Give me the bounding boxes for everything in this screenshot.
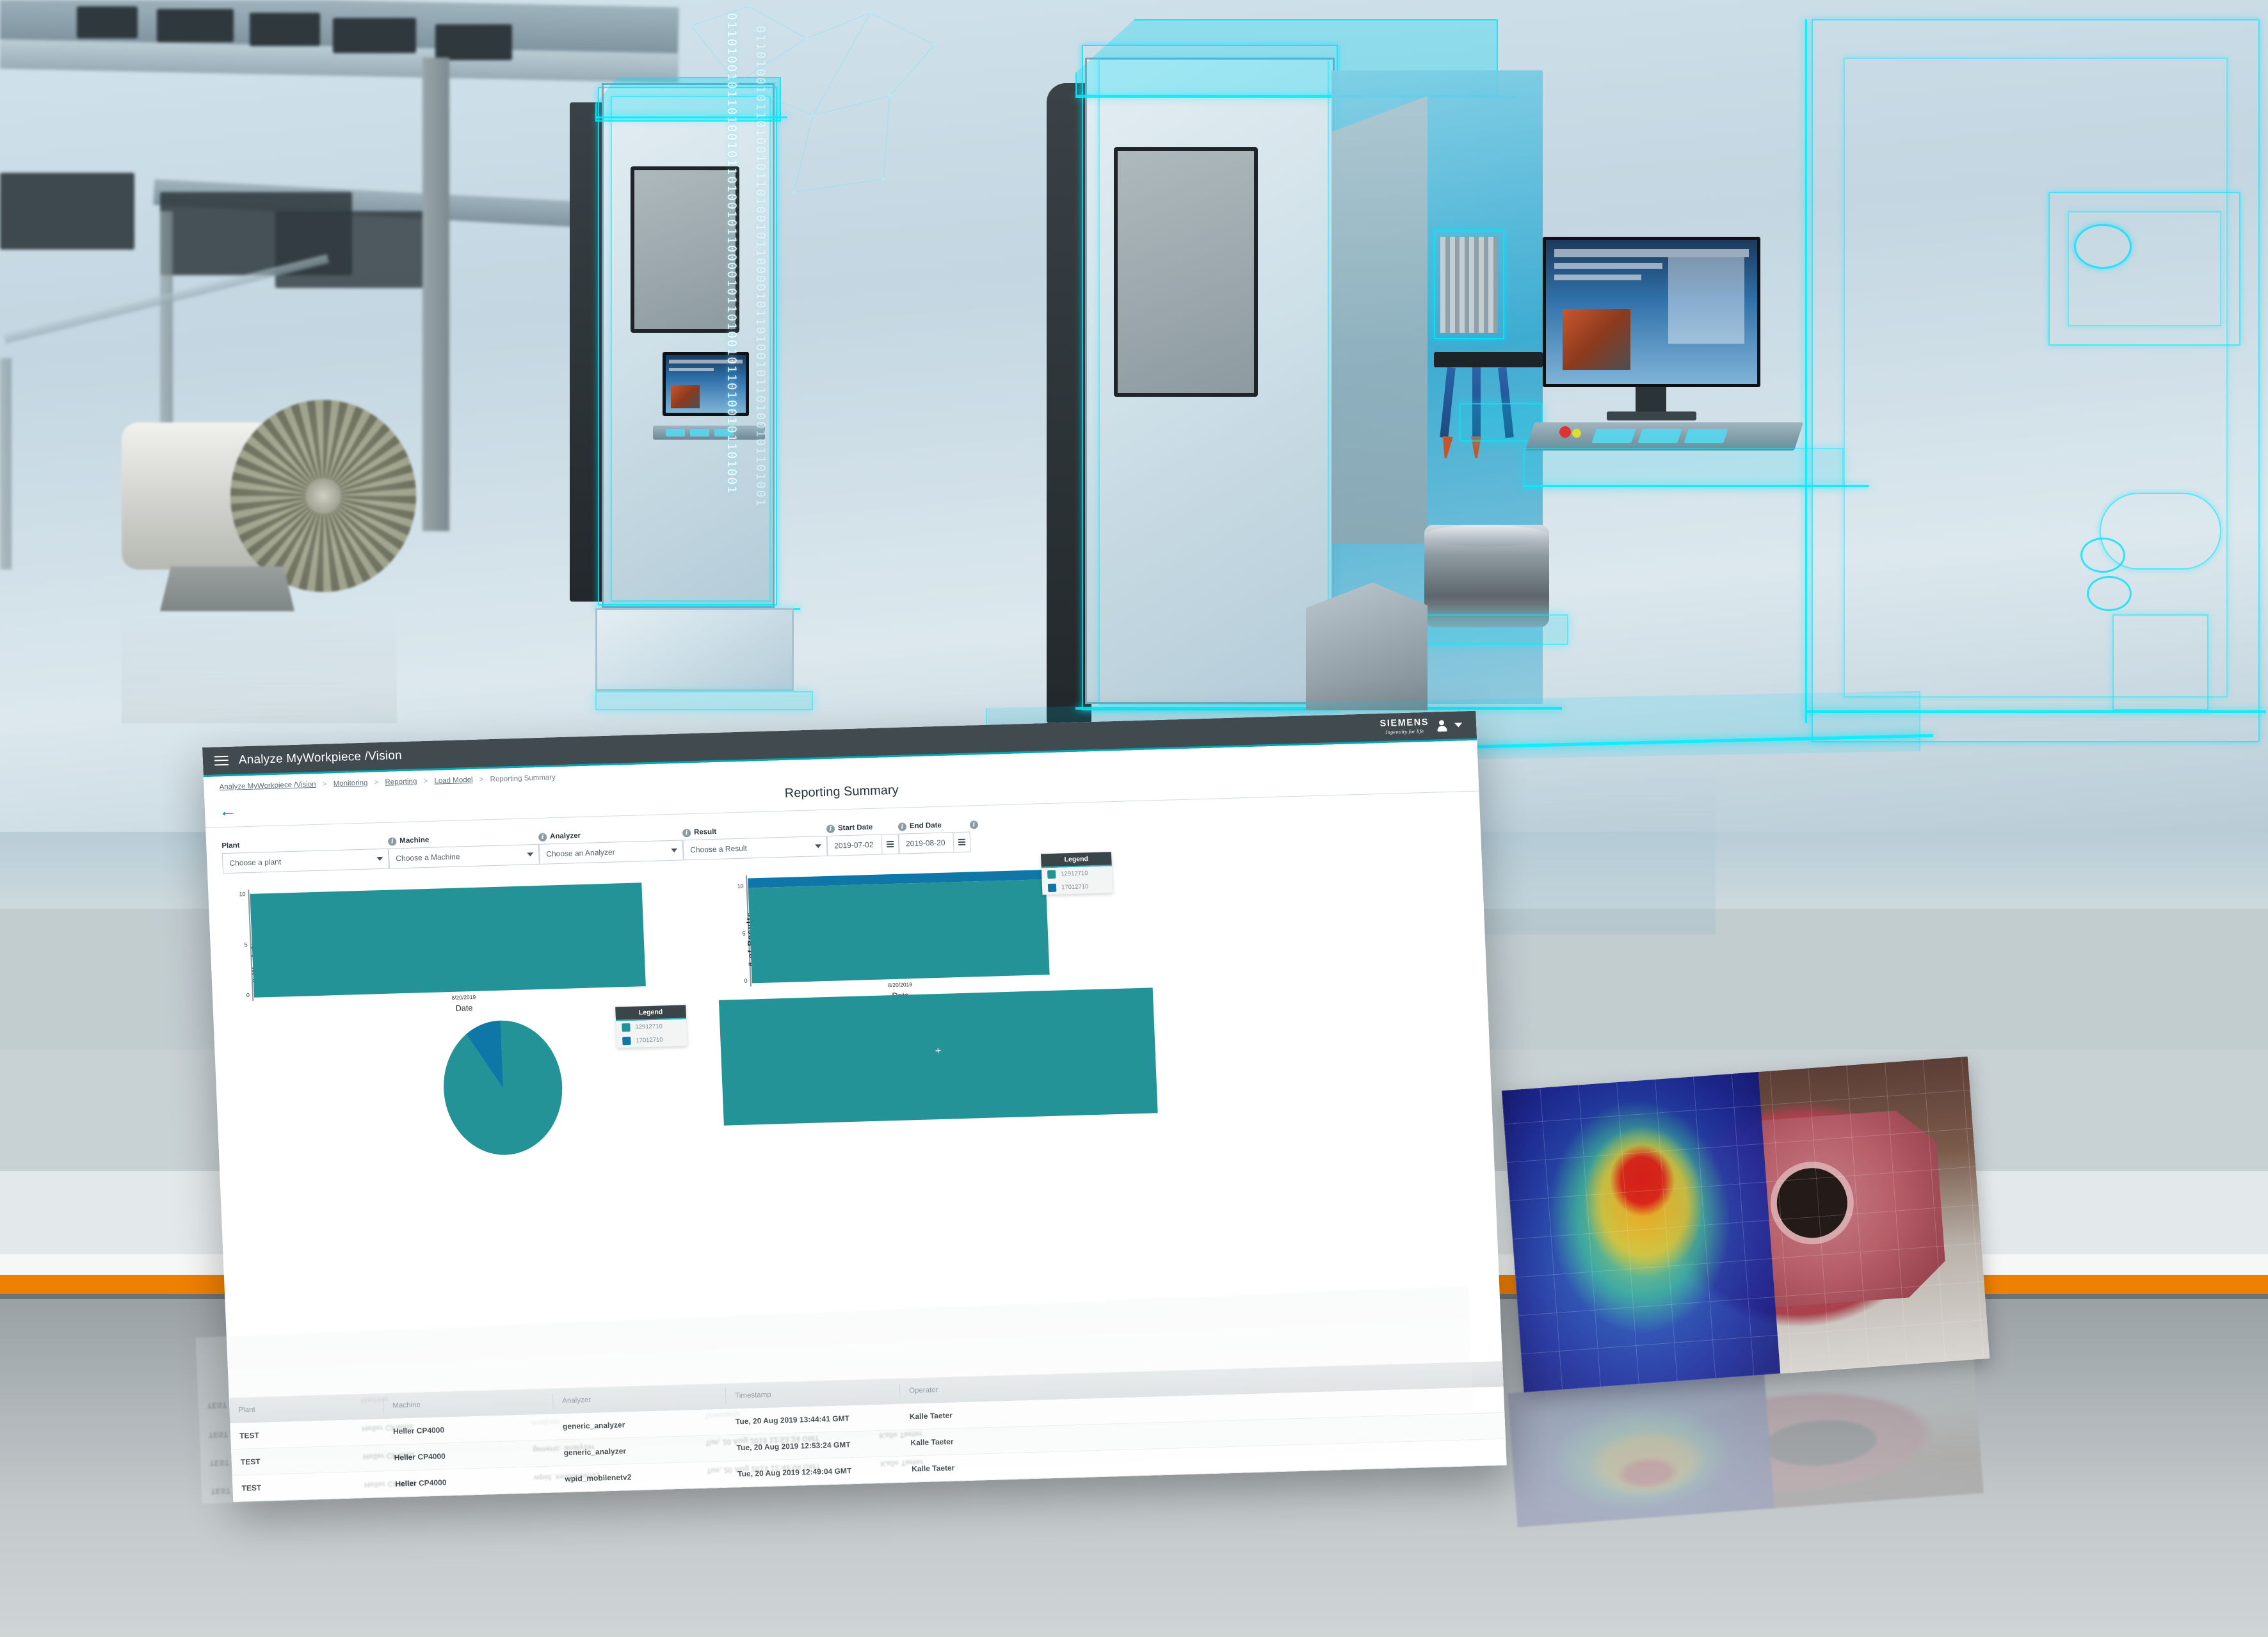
filter-plant: Plant Choose a plant xyxy=(221,834,390,874)
charts-area: # Work Items 10 5 0 8/20/2019 Date # of … xyxy=(208,847,1494,1190)
legend-label: 12912710 xyxy=(1061,870,1088,878)
chevron-down-icon xyxy=(527,852,534,857)
result-select[interactable]: Choose a Result xyxy=(682,835,828,861)
legend-label: 12912710 xyxy=(635,1023,663,1031)
user-avatar-icon[interactable] xyxy=(1436,720,1447,731)
chevron-down-icon[interactable] xyxy=(1454,723,1463,728)
jet-engine xyxy=(122,397,416,614)
filter-machine: i Machine Choose a Machine xyxy=(387,830,540,869)
filter-end-date-label: i End Date xyxy=(897,818,970,834)
chart2-bar-segment-12912710[interactable] xyxy=(748,879,1050,984)
chart2-ytick-10: 10 xyxy=(737,882,744,890)
filter-result: i Result Choose a Result xyxy=(682,822,828,861)
filter-start-date-label: i Start Date xyxy=(826,820,899,836)
machine-select[interactable]: Choose a Machine xyxy=(388,843,540,869)
chart1-bar-0[interactable] xyxy=(250,882,646,998)
breadcrumb-item-4: Reporting Summary xyxy=(490,774,556,784)
info-icon[interactable]: i xyxy=(538,833,547,842)
chart3-legend[interactable]: Legend 12912710 17012710 xyxy=(615,1005,688,1048)
app-title: Analyze MyWorkpiece /Vision xyxy=(238,748,403,767)
breadcrumb-item-0[interactable]: Analyze MyWorkpiece /Vision xyxy=(219,781,316,791)
chart2-ytick-5: 5 xyxy=(742,930,746,937)
chart3-legend-item-1[interactable]: 17012710 xyxy=(616,1032,688,1048)
workpiece-heatmap-thumbnail[interactable] xyxy=(1501,1056,1990,1393)
breadcrumb-item-2[interactable]: Reporting xyxy=(385,778,417,786)
chart2-ytick-0: 0 xyxy=(744,977,748,984)
chart2-legend[interactable]: Legend 12912710 17012710 xyxy=(1040,852,1113,895)
plant-select[interactable]: Choose a plant xyxy=(221,848,390,874)
pie-chart[interactable] xyxy=(440,1019,565,1157)
chevron-down-icon xyxy=(376,856,383,861)
result-select-value: Choose a Result xyxy=(689,843,748,855)
info-icon[interactable]: i xyxy=(826,824,835,833)
legend-label: 17012710 xyxy=(636,1036,663,1044)
info-icon[interactable]: i xyxy=(387,836,397,846)
start-date-value: 2019-07-02 xyxy=(833,840,874,850)
analyzer-select[interactable]: Choose an Analyzer xyxy=(538,840,684,865)
chart2-legend-title: Legend xyxy=(1040,852,1112,868)
end-date-value: 2019-08-20 xyxy=(905,838,945,849)
calendar-icon[interactable] xyxy=(881,833,899,855)
legend-swatch-blue xyxy=(622,1036,631,1046)
calendar-icon[interactable] xyxy=(953,831,971,853)
breadcrumb-item-3[interactable]: Load Model xyxy=(434,776,473,785)
legend-swatch-blue xyxy=(1047,883,1057,893)
chevron-down-icon xyxy=(671,848,678,852)
breadcrumb-separator: > xyxy=(322,780,327,788)
start-date-input[interactable]: 2019-07-02 xyxy=(826,834,883,856)
info-icon[interactable]: i xyxy=(969,820,979,829)
breadcrumb-item-1[interactable]: Monitoring xyxy=(333,779,367,788)
filter-analyzer: i Analyzer Choose an Analyzer xyxy=(538,826,684,865)
end-date-input[interactable]: 2019-08-20 xyxy=(898,832,954,854)
siemens-wordmark: SIEMENS xyxy=(1379,717,1429,730)
chart1-ytick-10: 10 xyxy=(239,891,246,898)
machine-select-value: Choose a Machine xyxy=(396,852,460,863)
chart1-ytick-0: 0 xyxy=(246,992,250,999)
chart3-legend-title: Legend xyxy=(615,1005,687,1021)
title-bar-right: SIEMENS Ingenuity for life xyxy=(1379,717,1476,735)
network-grid-icon xyxy=(689,4,937,194)
hamburger-menu-icon[interactable] xyxy=(214,755,229,766)
plant-select-value: Choose a plant xyxy=(229,857,282,868)
heatmap-grid xyxy=(1501,1056,1990,1393)
chart-work-items[interactable]: # Work Items 10 5 0 8/20/2019 Date xyxy=(239,877,675,1018)
chart1-ytick-5: 5 xyxy=(244,941,248,948)
engine-reflection xyxy=(122,614,397,723)
breadcrumb-separator: > xyxy=(423,777,428,786)
chart2-legend-item-1[interactable]: 17012710 xyxy=(1042,879,1113,895)
legend-swatch-teal xyxy=(622,1023,631,1032)
chevron-down-icon xyxy=(815,844,822,849)
chart4-center-marker: + xyxy=(935,1046,942,1057)
legend-swatch-teal xyxy=(1047,870,1056,879)
filter-end-date: i End Date 2019-08-20 xyxy=(897,818,971,854)
siemens-logo: SIEMENS Ingenuity for life xyxy=(1379,717,1429,735)
siemens-tagline: Ingenuity for life xyxy=(1385,728,1424,735)
breadcrumb-separator: > xyxy=(479,776,484,784)
chart-detail-panel[interactable]: + xyxy=(718,987,1158,1126)
filter-start-date: i Start Date 2019-07-02 xyxy=(826,820,899,856)
info-icon[interactable]: i xyxy=(682,828,691,837)
info-icon[interactable]: i xyxy=(897,822,907,831)
analyzer-select-value: Choose an Analyzer xyxy=(545,847,615,859)
filter-extra-info: i xyxy=(969,817,990,852)
legend-label: 17012710 xyxy=(1061,883,1089,891)
breadcrumb-separator: > xyxy=(374,779,379,787)
